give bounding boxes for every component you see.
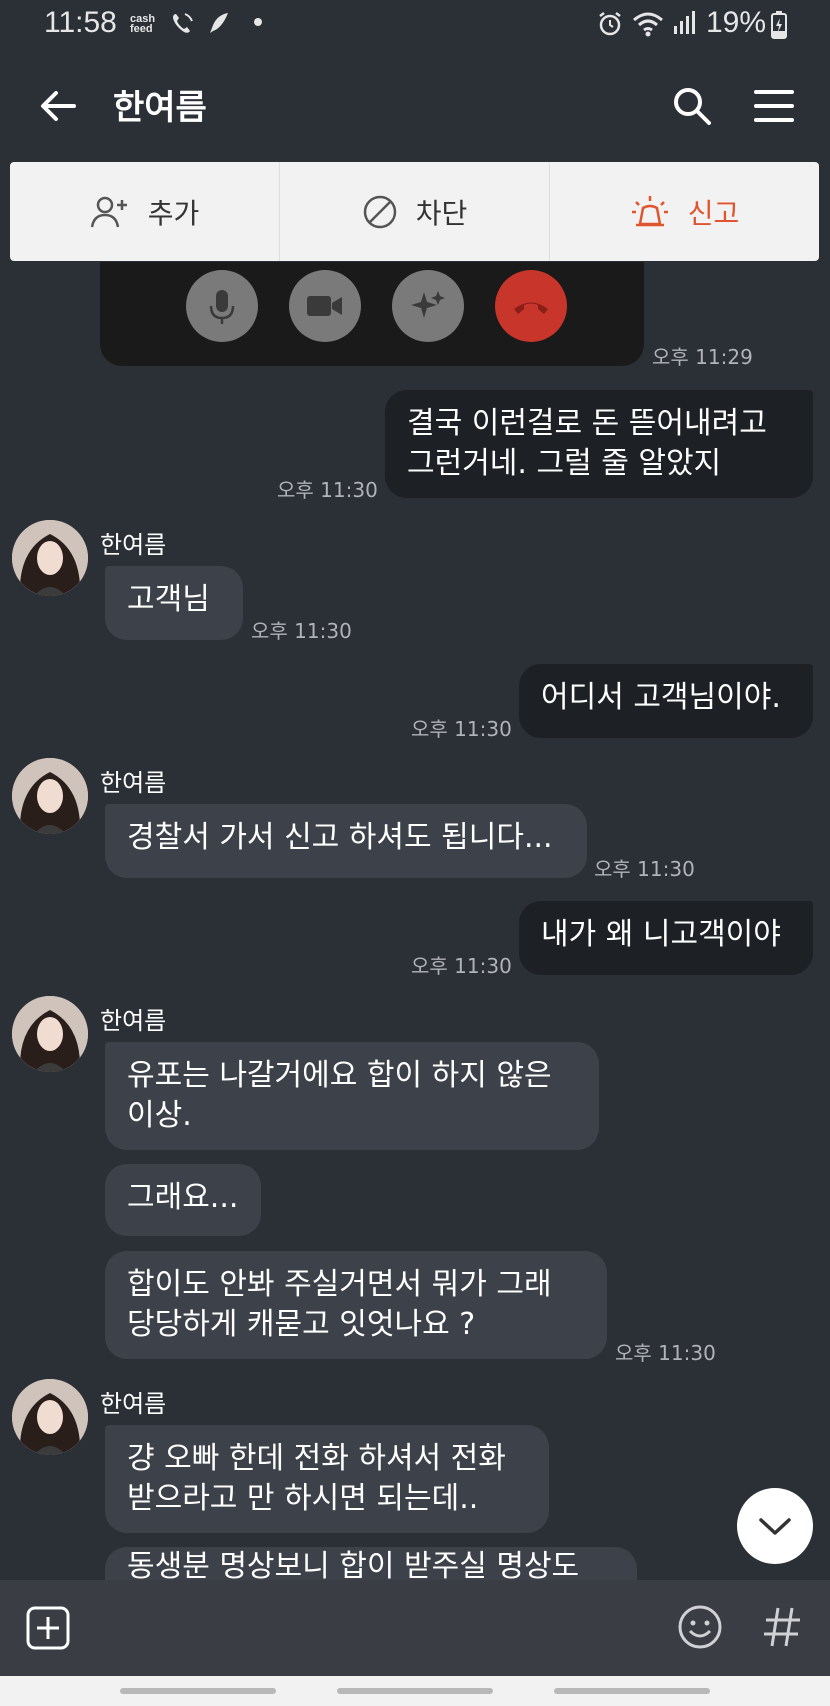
- hang-up-icon: [514, 302, 548, 314]
- outgoing-message[interactable]: 결국 이런걸로 돈 뜯어내려고 그런거네. 그럴 줄 알았지: [385, 390, 813, 498]
- chat-title: 한여름: [113, 88, 207, 128]
- hangup-button[interactable]: [495, 270, 567, 342]
- wifi-call-icon: [170, 10, 196, 43]
- avatar[interactable]: [12, 996, 88, 1072]
- profile-photo: [12, 520, 88, 596]
- avatar[interactable]: [12, 1379, 88, 1455]
- message-line: 합이도 안봐 주실거면서 뭐가 그래: [127, 1267, 552, 1302]
- block-icon: [363, 195, 396, 228]
- menu-button[interactable]: [752, 84, 796, 128]
- alarm-icon: [596, 10, 624, 45]
- incoming-message[interactable]: 합이도 안봐 주실거면서 뭐가 그래 당당하게 캐묻고 잇엇나요 ?: [105, 1251, 607, 1359]
- incoming-message[interactable]: 유포는 나갈거에요 합이 하지 않은 이상.: [105, 1042, 599, 1150]
- signal-icon: [672, 10, 696, 43]
- plus-box-icon: [26, 1606, 70, 1650]
- message-input-bar: [0, 1580, 830, 1676]
- battery-charging-icon: [770, 10, 788, 47]
- system-nav-bar: [0, 1676, 830, 1706]
- stranger-action-bar: 추가 차단 신고: [10, 162, 819, 261]
- message-line: 유포는 나갈거에요 합이 하지 않은: [127, 1058, 552, 1093]
- message-time: 오후 11:30: [251, 619, 352, 643]
- battery-percent: 19%: [706, 6, 767, 39]
- block-button[interactable]: 차단: [280, 162, 550, 261]
- effects-button[interactable]: [392, 270, 464, 342]
- message-time: 오후 11:30: [411, 954, 512, 978]
- camera-button[interactable]: [289, 270, 361, 342]
- nav-recent-button[interactable]: [120, 1688, 276, 1694]
- video-call-card[interactable]: [100, 262, 644, 366]
- person-plus-icon: [90, 196, 127, 227]
- sparkle-icon: [411, 291, 445, 318]
- cash-feed-icon: cash feed: [130, 13, 156, 35]
- notification-dot: [254, 18, 262, 26]
- sender-name: 한여름: [100, 769, 167, 797]
- emoji-button[interactable]: [677, 1604, 723, 1650]
- avatar[interactable]: [12, 520, 88, 596]
- message-time: 오후 11:29: [652, 345, 753, 369]
- profile-photo: [12, 1379, 88, 1455]
- arrow-left-icon: [41, 91, 76, 121]
- profile-photo: [12, 758, 88, 834]
- profile-photo: [12, 996, 88, 1072]
- attach-button[interactable]: [26, 1606, 70, 1650]
- sender-name: 한여름: [100, 1390, 167, 1418]
- message-line: 그런거네. 그럴 줄 알았지: [407, 446, 722, 481]
- message-time: 오후 11:30: [277, 478, 378, 502]
- search-icon: [674, 88, 711, 125]
- hamburger-menu-icon: [754, 90, 794, 122]
- hashtag-icon: [764, 1607, 800, 1647]
- scroll-down-button[interactable]: [737, 1488, 813, 1564]
- search-button[interactable]: [670, 84, 714, 128]
- siren-icon: [631, 195, 668, 226]
- block-label: 차단: [415, 196, 468, 230]
- sender-name: 한여름: [100, 531, 167, 559]
- message-time: 오후 11:30: [411, 717, 512, 741]
- feather-icon: [206, 10, 232, 43]
- incoming-message[interactable]: 경찰서 가서 신고 하셔도 됩니다...: [105, 804, 587, 878]
- nav-back-button[interactable]: [554, 1688, 710, 1694]
- incoming-message[interactable]: 고객님: [105, 566, 243, 640]
- outgoing-message[interactable]: 내가 왜 니고객이야: [519, 901, 813, 975]
- nav-home-button[interactable]: [337, 1688, 493, 1694]
- sender-name: 한여름: [100, 1007, 167, 1035]
- mic-button[interactable]: [186, 270, 258, 342]
- message-time: 오후 11:30: [594, 857, 695, 881]
- emoji-icon: [678, 1605, 722, 1649]
- report-label: 신고: [687, 196, 740, 230]
- avatar[interactable]: [12, 758, 88, 834]
- message-time: 오후 11:30: [615, 1341, 716, 1365]
- add-friend-label: 추가: [147, 196, 200, 230]
- outgoing-message[interactable]: 어디서 고객님이야.: [519, 664, 813, 738]
- add-friend-button[interactable]: 추가: [10, 162, 280, 261]
- chevron-down-icon: [759, 1518, 791, 1535]
- message-line: 받으라고 만 하시면 되는데..: [127, 1481, 479, 1516]
- message-line: 걍 오빠 한데 전화 하셔서 전화: [127, 1441, 506, 1476]
- message-line: 결국 이런걸로 돈 뜯어내려고: [407, 406, 767, 441]
- chat-header: 한여름: [0, 50, 830, 160]
- video-camera-icon: [307, 296, 342, 316]
- back-button[interactable]: [38, 86, 78, 126]
- status-bar: 11:58 cash feed 19%: [0, 0, 830, 50]
- report-button[interactable]: 신고: [550, 162, 819, 261]
- wifi-icon: [632, 10, 664, 45]
- message-line: 당당하게 캐묻고 잇엇나요 ?: [127, 1307, 476, 1342]
- microphone-icon: [209, 290, 235, 324]
- incoming-message[interactable]: 그래요...: [105, 1164, 261, 1236]
- status-time: 11:58: [44, 6, 117, 39]
- message-line: 이상.: [127, 1098, 192, 1133]
- incoming-message[interactable]: 걍 오빠 한데 전화 하셔서 전화 받으라고 만 하시면 되는데..: [105, 1425, 549, 1533]
- hashtag-button[interactable]: [762, 1604, 802, 1650]
